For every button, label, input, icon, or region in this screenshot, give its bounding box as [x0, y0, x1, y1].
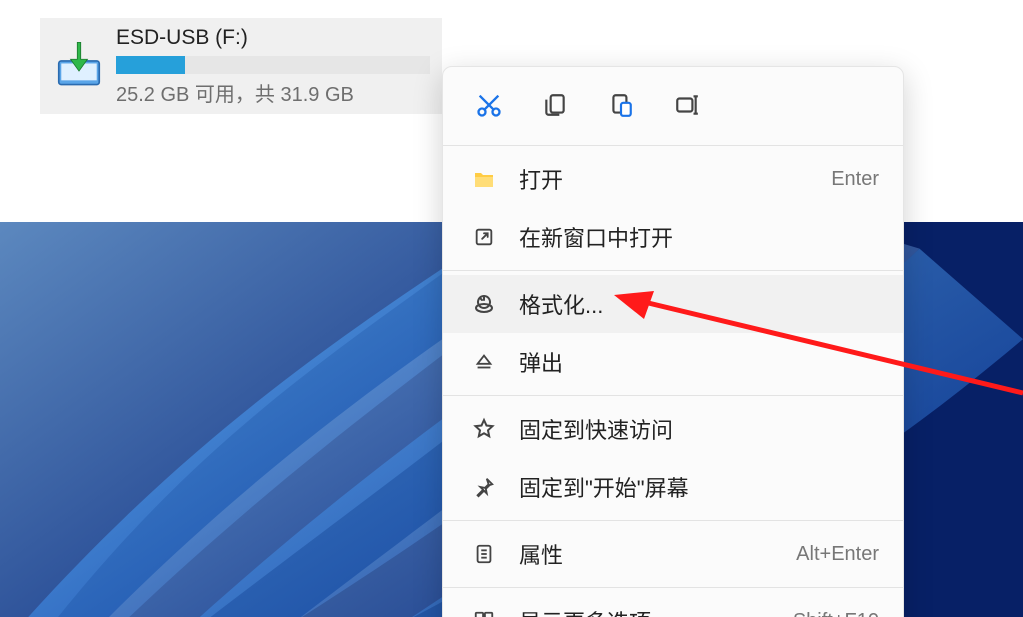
- menu-shortcut: Alt+Enter: [796, 543, 879, 566]
- menu-label: 格式化...: [519, 288, 879, 320]
- menu-shortcut: Shift+F10: [793, 610, 879, 617]
- menu-label: 显示更多选项: [519, 605, 793, 617]
- menu-item-format[interactable]: 格式化...: [443, 275, 903, 333]
- menu-item-pin-quick-access[interactable]: 固定到快速访问: [443, 400, 903, 458]
- open-new-window-icon: [467, 226, 501, 248]
- eject-icon: [467, 351, 501, 373]
- format-icon: [467, 292, 501, 316]
- paste-icon[interactable]: [603, 87, 639, 123]
- star-icon: [467, 417, 501, 441]
- menu-label: 固定到快速访问: [519, 413, 879, 445]
- menu-label: 属性: [519, 538, 796, 570]
- rename-icon[interactable]: [669, 87, 705, 123]
- copy-icon[interactable]: [537, 87, 573, 123]
- menu-label: 弹出: [519, 346, 879, 378]
- drive-name: ESD-USB (F:): [116, 26, 430, 50]
- properties-icon: [467, 543, 501, 565]
- context-menu-actions-row: [443, 77, 903, 141]
- cut-icon[interactable]: [471, 87, 507, 123]
- menu-separator: [443, 145, 903, 146]
- menu-separator: [443, 520, 903, 521]
- folder-icon: [467, 167, 501, 191]
- menu-item-properties[interactable]: 属性 Alt+Enter: [443, 525, 903, 583]
- menu-item-pin-start[interactable]: 固定到"开始"屏幕: [443, 458, 903, 516]
- pin-icon: [467, 476, 501, 498]
- menu-item-more-options[interactable]: 显示更多选项 Shift+F10: [443, 592, 903, 617]
- menu-label: 打开: [519, 163, 831, 195]
- menu-label: 在新窗口中打开: [519, 221, 879, 253]
- drive-tile[interactable]: ESD-USB (F:) 25.2 GB 可用，共 31.9 GB: [40, 18, 442, 114]
- menu-separator: [443, 270, 903, 271]
- more-options-icon: [467, 610, 501, 617]
- context-menu: 打开 Enter 在新窗口中打开 格式化... 弹出: [442, 66, 904, 617]
- drive-icon: [52, 39, 106, 93]
- menu-item-eject[interactable]: 弹出: [443, 333, 903, 391]
- menu-item-new-window[interactable]: 在新窗口中打开: [443, 208, 903, 266]
- menu-separator: [443, 395, 903, 396]
- menu-shortcut: Enter: [831, 168, 879, 191]
- menu-label: 固定到"开始"屏幕: [519, 471, 879, 503]
- menu-separator: [443, 587, 903, 588]
- drive-usage-bar: [116, 56, 430, 74]
- menu-item-open[interactable]: 打开 Enter: [443, 150, 903, 208]
- drive-storage-text: 25.2 GB 可用，共 31.9 GB: [116, 78, 430, 107]
